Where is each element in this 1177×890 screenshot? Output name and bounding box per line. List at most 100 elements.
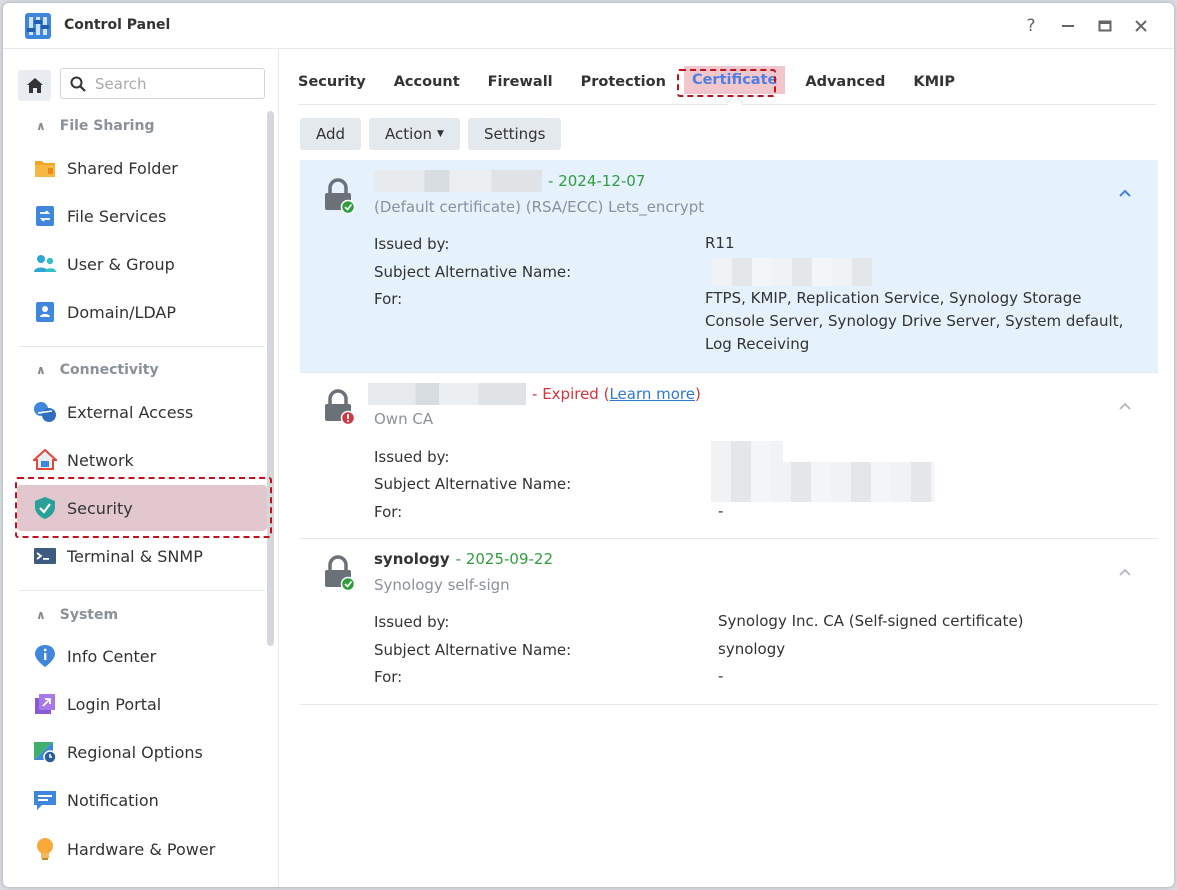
search-box[interactable] <box>60 68 265 99</box>
group-header-system[interactable]: ∧ System <box>36 605 118 625</box>
maximize-button[interactable] <box>1093 14 1117 38</box>
certificate-item[interactable]: - Expired (Learn more) Own CA Issued by:… <box>300 373 1158 539</box>
file-services-icon <box>33 204 57 228</box>
chevron-up-icon: ∧ <box>36 608 46 622</box>
control-panel-app-icon <box>25 13 51 39</box>
learn-more-link[interactable]: Learn more <box>609 385 695 403</box>
sidebar: ∧ File Sharing Shared Folder File Servic… <box>3 49 279 887</box>
tab-bar: Security Account Firewall Protection Cer… <box>298 63 1156 112</box>
sidebar-item-network[interactable]: Network <box>17 437 267 483</box>
domain-ldap-icon <box>33 300 57 324</box>
san-label: Subject Alternative Name: <box>374 475 572 493</box>
certificate-name-blurred <box>368 383 526 405</box>
window-title: Control Panel <box>64 17 171 33</box>
tab-firewall[interactable]: Firewall <box>488 63 553 104</box>
user-group-icon <box>33 252 57 276</box>
san-value-blurred <box>712 258 872 286</box>
sidebar-divider <box>19 590 265 591</box>
login-portal-icon <box>33 692 57 716</box>
sidebar-item-notification[interactable]: Notification <box>17 777 267 823</box>
certificate-item[interactable]: - 2024-12-07 (Default certificate) (RSA/… <box>300 160 1158 373</box>
settings-button[interactable]: Settings <box>467 118 562 150</box>
collapse-chevron-icon[interactable] <box>1118 565 1132 581</box>
certificate-status-expired: Expired <box>542 385 599 403</box>
active-tab-indicator <box>726 94 744 112</box>
issued-by-label: Issued by: <box>374 613 450 631</box>
home-button[interactable] <box>18 70 51 101</box>
sidebar-divider <box>19 346 265 347</box>
collapse-chevron-icon[interactable] <box>1118 186 1132 202</box>
certificate-subtitle: (Default certificate) (RSA/ECC) Lets_enc… <box>374 198 705 216</box>
shield-icon <box>33 496 57 520</box>
home-icon <box>26 78 43 93</box>
certificate-item[interactable]: synology - 2025-09-22 Synology self-sign… <box>300 539 1158 705</box>
sidebar-item-external-access[interactable]: External Access <box>17 389 267 435</box>
sidebar-item-shared-folder[interactable]: Shared Folder <box>17 145 267 191</box>
certificate-subtitle: Own CA <box>374 410 434 428</box>
issued-by-label: Issued by: <box>374 448 450 466</box>
chevron-up-icon: ∧ <box>36 119 46 133</box>
sidebar-scrollbar[interactable] <box>267 111 274 646</box>
tab-protection[interactable]: Protection <box>581 63 666 104</box>
certificate-title: - 2024-12-07 <box>374 170 645 192</box>
main-panel: Security Account Firewall Protection Cer… <box>280 49 1174 887</box>
title-bar: Control Panel ? <box>3 3 1174 49</box>
search-input[interactable] <box>95 74 245 93</box>
minimize-icon <box>1062 25 1074 27</box>
certificate-expiry-date: 2025-09-22 <box>465 550 554 568</box>
add-button[interactable]: Add <box>300 118 362 150</box>
certificate-expiry-date: 2024-12-07 <box>558 172 646 190</box>
control-panel-window: Control Panel ? ∧ File Sharing Shared Fo… <box>3 3 1174 887</box>
tab-certificate[interactable]: Certificate <box>683 66 786 112</box>
search-icon <box>70 76 86 92</box>
network-icon <box>33 448 57 472</box>
terminal-icon <box>33 544 57 568</box>
lock-valid-icon <box>325 178 356 214</box>
action-button[interactable]: Action ▼ <box>369 118 460 150</box>
help-button[interactable]: ? <box>1019 14 1043 38</box>
sidebar-item-info-center[interactable]: Info Center <box>17 633 267 679</box>
sidebar-item-domain-ldap[interactable]: Domain/LDAP <box>17 289 267 335</box>
sidebar-item-file-services[interactable]: File Services <box>17 193 267 239</box>
for-value: - <box>718 502 724 520</box>
close-button[interactable] <box>1129 14 1153 38</box>
sidebar-item-regional-options[interactable]: Regional Options <box>17 729 267 775</box>
group-header-file-sharing[interactable]: ∧ File Sharing <box>36 116 154 136</box>
issued-by-label: Issued by: <box>374 235 450 253</box>
for-label: For: <box>374 290 403 308</box>
maximize-icon <box>1098 20 1112 32</box>
toolbar: Add Action ▼ Settings <box>300 118 569 150</box>
chevron-up-icon: ∧ <box>36 363 46 377</box>
certificate-name-blurred <box>374 170 542 192</box>
issued-by-value: R11 <box>705 234 735 252</box>
san-value: synology <box>718 640 786 658</box>
for-value: - <box>718 667 724 685</box>
issued-by-value: Synology Inc. CA (Self-signed certificat… <box>718 612 1024 630</box>
certificate-title: - Expired (Learn more) <box>368 383 701 405</box>
sidebar-item-login-portal[interactable]: Login Portal <box>17 681 267 727</box>
info-icon <box>33 644 57 668</box>
regional-options-icon <box>33 740 57 764</box>
certificate-list: - 2024-12-07 (Default certificate) (RSA/… <box>300 160 1158 705</box>
tab-account[interactable]: Account <box>394 63 460 104</box>
san-label: Subject Alternative Name: <box>374 641 572 659</box>
for-label: For: <box>374 503 403 521</box>
tab-advanced[interactable]: Advanced <box>805 63 885 104</box>
sidebar-item-hardware-power[interactable]: Hardware & Power <box>17 826 267 872</box>
for-label: For: <box>374 668 403 686</box>
sidebar-item-security[interactable]: Security <box>17 485 267 531</box>
close-icon <box>1135 20 1147 32</box>
tab-security[interactable]: Security <box>298 63 366 104</box>
external-access-icon <box>33 400 57 424</box>
sidebar-item-terminal-snmp[interactable]: Terminal & SNMP <box>17 533 267 579</box>
sidebar-item-user-group[interactable]: User & Group <box>17 241 267 287</box>
minimize-button[interactable] <box>1056 14 1080 38</box>
certificate-subtitle: Synology self-sign <box>374 576 510 594</box>
group-header-connectivity[interactable]: ∧ Connectivity <box>36 360 159 380</box>
certificate-name: synology <box>374 550 450 568</box>
notification-icon <box>33 788 57 812</box>
lock-valid-icon <box>325 555 356 591</box>
collapse-chevron-icon[interactable] <box>1118 399 1132 415</box>
tab-kmip[interactable]: KMIP <box>913 63 955 104</box>
lock-expired-icon <box>325 389 356 425</box>
